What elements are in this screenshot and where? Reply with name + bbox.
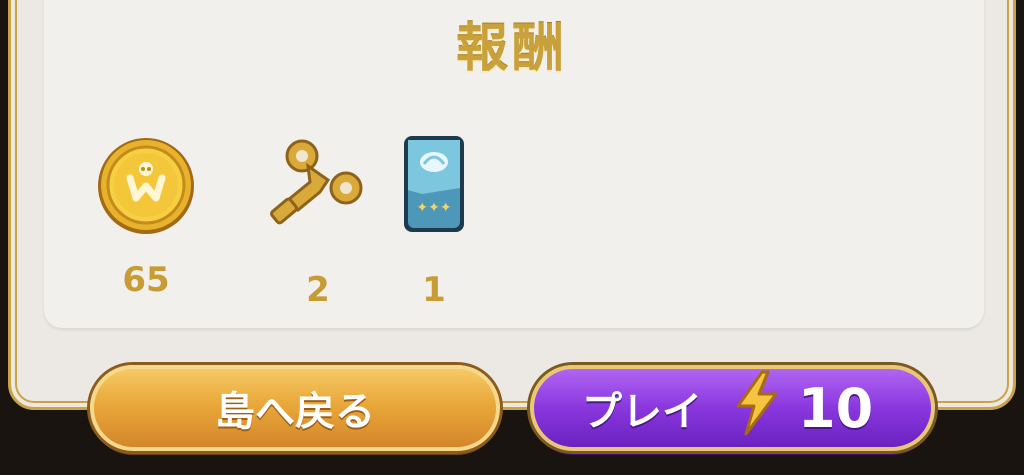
reward-coin-count: 65: [122, 260, 170, 300]
lightning-icon: [732, 370, 780, 446]
energy-cost: 10: [798, 376, 874, 440]
back-to-island-button[interactable]: 島へ戻る: [90, 365, 500, 451]
card-pack-icon: ✦✦✦: [404, 136, 464, 232]
reward-coin: 65: [96, 136, 196, 306]
gold-coin-icon: [98, 138, 194, 234]
reward-card-pack: ✦✦✦ 1: [398, 132, 470, 310]
reward-card-pack-count: 1: [422, 270, 446, 310]
svg-text:✦✦✦: ✦✦✦: [416, 200, 451, 216]
reward-key-count: 2: [306, 270, 330, 310]
reward-key: 2: [268, 136, 368, 310]
play-button-label: プレイ: [582, 389, 702, 435]
back-button-label: 島へ戻る: [215, 389, 375, 435]
wind-up-key-icon: [270, 139, 363, 225]
play-button[interactable]: プレイ 10: [530, 365, 935, 451]
rewards-title: 報酬: [455, 19, 568, 79]
